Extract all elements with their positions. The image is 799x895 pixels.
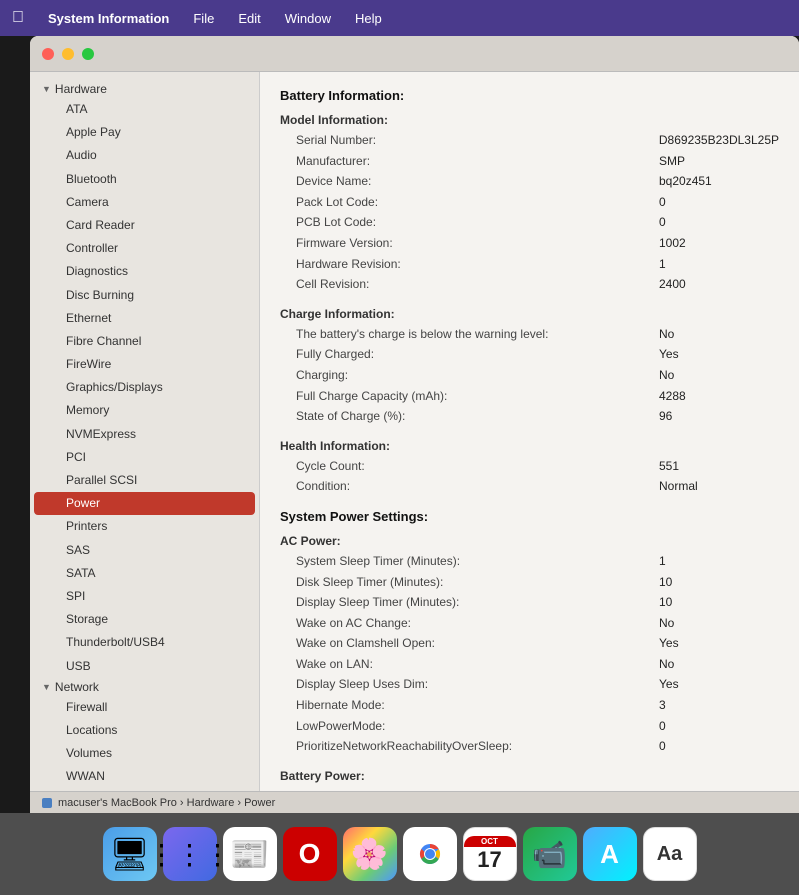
sidebar-item-firewire[interactable]: FireWire	[34, 353, 255, 376]
file-menu[interactable]: File	[189, 9, 218, 28]
ac-display-dim-row: Display Sleep Uses Dim: Yes	[280, 674, 779, 695]
sidebar-item-sas[interactable]: SAS	[34, 539, 255, 562]
charge-info-group: Charge Information: The battery's charge…	[280, 307, 779, 427]
dock: 🖥 ⋮⋮⋮ 📰 O 🌸 OCT 17 📹 A Aa	[0, 813, 799, 895]
sidebar: ▼ Hardware ATA Apple Pay Audio Bluetooth…	[30, 72, 260, 791]
ac-wake-clamshell-row: Wake on Clamshell Open: Yes	[280, 633, 779, 654]
sidebar-item-cardreader[interactable]: Card Reader	[34, 214, 255, 237]
sidebar-item-ata[interactable]: ATA	[34, 98, 255, 121]
sidebar-item-ethernet[interactable]: Ethernet	[34, 307, 255, 330]
dock-news[interactable]: 📰	[223, 827, 277, 881]
cycle-count-row: Cycle Count: 551	[280, 456, 779, 477]
battery-power-label: Battery Power:	[280, 769, 779, 783]
sidebar-item-wwan[interactable]: WWAN	[34, 765, 255, 788]
status-dot	[42, 798, 52, 808]
ac-power-group: AC Power: System Sleep Timer (Minutes): …	[280, 534, 779, 757]
model-info-group: Model Information: Serial Number: D86923…	[280, 113, 779, 295]
dock-launchpad[interactable]: ⋮⋮⋮	[163, 827, 217, 881]
content-area: ▼ Hardware ATA Apple Pay Audio Bluetooth…	[30, 72, 799, 791]
sidebar-item-spi[interactable]: SPI	[34, 585, 255, 608]
ac-lowpower-row: LowPowerMode: 0	[280, 716, 779, 737]
status-bar: macuser's MacBook Pro › Hardware › Power	[30, 791, 799, 813]
sidebar-item-applepay[interactable]: Apple Pay	[34, 121, 255, 144]
window-menu[interactable]: Window	[281, 9, 335, 28]
ac-power-label: AC Power:	[280, 534, 779, 548]
sidebar-network-header[interactable]: ▼ Network	[30, 678, 259, 696]
charging-row: Charging: No	[280, 365, 779, 386]
sidebar-item-printers[interactable]: Printers	[34, 515, 255, 538]
chevron-down-icon: ▼	[42, 682, 51, 692]
sidebar-item-bluetooth[interactable]: Bluetooth	[34, 168, 255, 191]
sidebar-item-volumes[interactable]: Volumes	[34, 742, 255, 765]
sidebar-item-memory[interactable]: Memory	[34, 399, 255, 422]
battery-info-title: Battery Information:	[280, 88, 779, 103]
sidebar-item-usb[interactable]: USB	[34, 655, 255, 678]
dock-font[interactable]: Aa	[643, 827, 697, 881]
full-charge-row: Full Charge Capacity (mAh): 4288	[280, 386, 779, 407]
sidebar-item-diagnostics[interactable]: Diagnostics	[34, 260, 255, 283]
sidebar-item-thunderbolt[interactable]: Thunderbolt/USB4	[34, 631, 255, 654]
sidebar-item-audio[interactable]: Audio	[34, 144, 255, 167]
system-power-title: System Power Settings:	[280, 509, 779, 524]
chevron-down-icon: ▼	[42, 84, 51, 94]
minimize-button[interactable]	[62, 48, 74, 60]
sidebar-item-sata[interactable]: SATA	[34, 562, 255, 585]
main-window: ▼ Hardware ATA Apple Pay Audio Bluetooth…	[30, 36, 799, 813]
title-bar	[30, 36, 799, 72]
close-button[interactable]	[42, 48, 54, 60]
breadcrumb: macuser's MacBook Pro › Hardware › Power	[58, 797, 275, 809]
dock-chrome[interactable]	[403, 827, 457, 881]
firmware-row: Firmware Version: 1002	[280, 233, 779, 254]
ac-hibernate-row: Hibernate Mode: 3	[280, 695, 779, 716]
app-name[interactable]: System Information	[44, 9, 173, 28]
condition-row: Condition: Normal	[280, 476, 779, 497]
ac-display-sleep-row: Display Sleep Timer (Minutes): 10	[280, 592, 779, 613]
sidebar-item-locations[interactable]: Locations	[34, 719, 255, 742]
pack-lot-row: Pack Lot Code: 0	[280, 192, 779, 213]
sidebar-item-controller[interactable]: Controller	[34, 237, 255, 260]
sidebar-item-nvmexpress[interactable]: NVMExpress	[34, 423, 255, 446]
charge-info-label: Charge Information:	[280, 307, 779, 321]
sidebar-item-power[interactable]: Power	[34, 492, 255, 515]
sidebar-item-discburning[interactable]: Disc Burning	[34, 284, 255, 307]
sidebar-item-storage[interactable]: Storage	[34, 608, 255, 631]
zoom-button[interactable]	[82, 48, 94, 60]
detail-pane: Battery Information: Model Information: …	[260, 72, 799, 791]
dock-photos[interactable]: 🌸	[343, 827, 397, 881]
state-of-charge-row: State of Charge (%): 96	[280, 406, 779, 427]
manufacturer-row: Manufacturer: SMP	[280, 151, 779, 172]
model-info-label: Model Information:	[280, 113, 779, 127]
menu-bar:  System Information File Edit Window He…	[0, 0, 799, 36]
ac-system-sleep-row: System Sleep Timer (Minutes): 1	[280, 551, 779, 572]
cell-rev-row: Cell Revision: 2400	[280, 274, 779, 295]
dock-appstore[interactable]: A	[583, 827, 637, 881]
sidebar-item-parallelscsi[interactable]: Parallel SCSI	[34, 469, 255, 492]
ac-disk-sleep-row: Disk Sleep Timer (Minutes): 10	[280, 572, 779, 593]
hardware-rev-row: Hardware Revision: 1	[280, 254, 779, 275]
ac-wake-ac-row: Wake on AC Change: No	[280, 613, 779, 634]
pcb-lot-row: PCB Lot Code: 0	[280, 212, 779, 233]
dock-calendar[interactable]: OCT 17	[463, 827, 517, 881]
fully-charged-row: Fully Charged: Yes	[280, 344, 779, 365]
sidebar-item-graphicsdisplays[interactable]: Graphics/Displays	[34, 376, 255, 399]
dock-facetime[interactable]: 📹	[523, 827, 577, 881]
health-info-group: Health Information: Cycle Count: 551 Con…	[280, 439, 779, 497]
serial-number-row: Serial Number: D869235B23DL3L25P	[280, 130, 779, 151]
edit-menu[interactable]: Edit	[234, 9, 264, 28]
health-info-label: Health Information:	[280, 439, 779, 453]
below-warning-row: The battery's charge is below the warnin…	[280, 324, 779, 345]
ac-wake-lan-row: Wake on LAN: No	[280, 654, 779, 675]
device-name-row: Device Name: bq20z451	[280, 171, 779, 192]
apple-menu[interactable]: 	[12, 9, 24, 27]
sidebar-item-fibrechannel[interactable]: Fibre Channel	[34, 330, 255, 353]
sidebar-hardware-header[interactable]: ▼ Hardware	[30, 80, 259, 98]
sidebar-item-pci[interactable]: PCI	[34, 446, 255, 469]
ac-prioritize-row: PrioritizeNetworkReachabilityOverSleep: …	[280, 736, 779, 757]
sidebar-item-camera[interactable]: Camera	[34, 191, 255, 214]
dock-opera[interactable]: O	[283, 827, 337, 881]
help-menu[interactable]: Help	[351, 9, 386, 28]
battery-power-group: Battery Power: System Sleep Timer (Minut…	[280, 769, 779, 791]
sidebar-item-firewall[interactable]: Firewall	[34, 696, 255, 719]
